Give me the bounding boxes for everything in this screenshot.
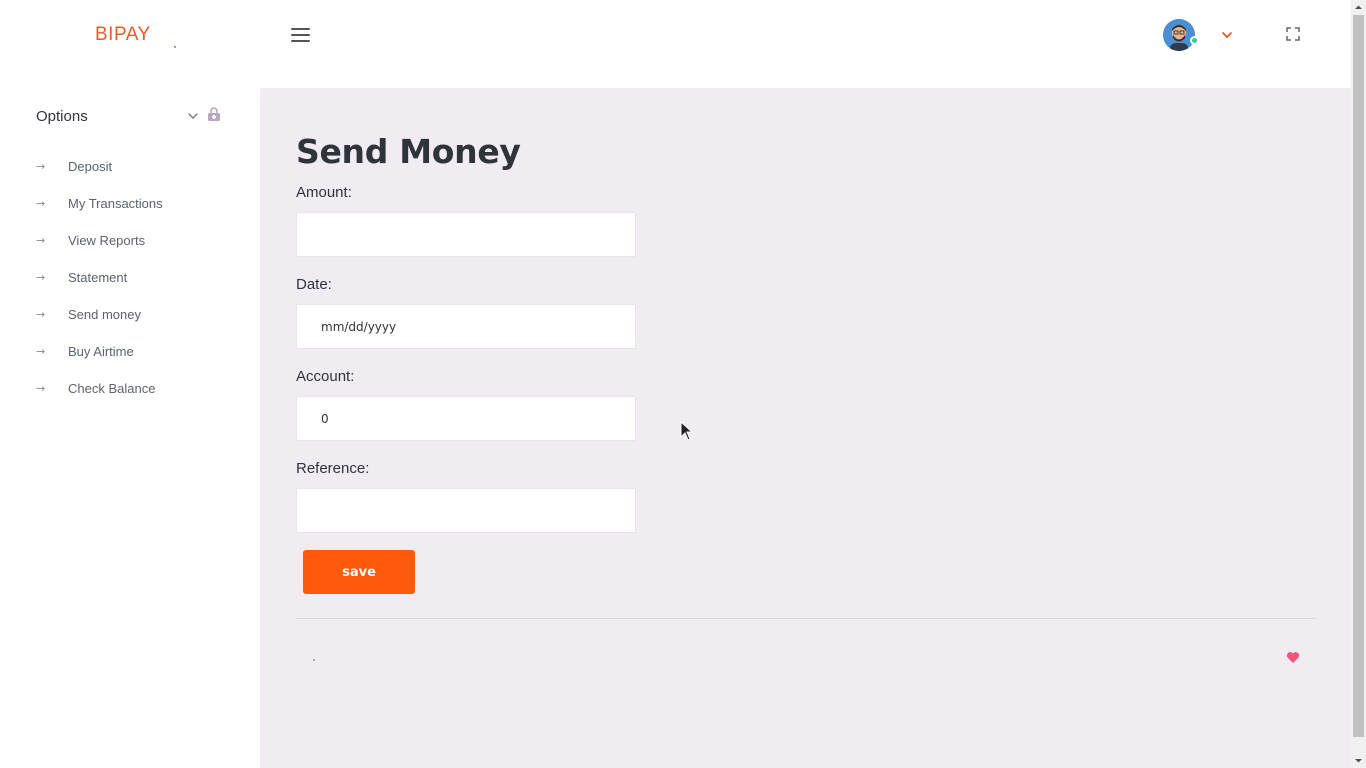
vertical-scrollbar[interactable] [1351, 0, 1366, 768]
reference-label: Reference: [296, 460, 370, 477]
date-input[interactable]: mm/dd/yyyy [296, 304, 636, 349]
account-label: Account: [296, 368, 355, 385]
sidebar: Options → Deposit → My Transactions → View … [0, 88, 260, 768]
footer-divider [296, 618, 1316, 619]
chevron-down-icon[interactable] [186, 108, 200, 122]
scroll-down-arrow-icon[interactable] [1351, 753, 1366, 768]
footer-dot [313, 659, 315, 661]
account-input[interactable]: 0 [296, 396, 636, 441]
date-label: Date: [296, 276, 332, 293]
logo-dot [174, 46, 176, 48]
sidebar-item-send-money[interactable]: → Send money [36, 296, 163, 333]
avatar[interactable] [1163, 19, 1195, 51]
sidebar-item-label: Deposit [68, 159, 113, 174]
lock-icon[interactable] [206, 106, 222, 122]
sidebar-item-check-balance[interactable]: → Check Balance [36, 370, 163, 407]
top-header: BIPAY [0, 0, 1351, 88]
save-button[interactable]: save [303, 550, 415, 594]
arrow-right-icon: → [36, 345, 46, 358]
logo[interactable]: BIPAY [95, 24, 151, 46]
arrow-right-icon: → [36, 382, 46, 395]
main-content: Send Money Amount: Date: mm/dd/yyyy Acco… [260, 88, 1351, 768]
sidebar-menu: → Deposit → My Transactions → View Reports … [36, 148, 163, 407]
sidebar-item-label: View Reports [68, 233, 146, 248]
sidebar-item-buy-airtime[interactable]: → Buy Airtime [36, 333, 163, 370]
scroll-up-arrow-icon[interactable] [1351, 0, 1366, 15]
hamburger-icon[interactable] [291, 28, 311, 42]
sidebar-item-label: Check Balance [68, 381, 156, 396]
arrow-right-icon: → [36, 271, 46, 284]
reference-input[interactable] [296, 488, 636, 533]
avatar-icon [1163, 19, 1195, 51]
page-title: Send Money [296, 132, 521, 171]
sidebar-item-label: Buy Airtime [68, 344, 134, 359]
arrow-right-icon: → [36, 197, 46, 210]
amount-label: Amount: [296, 184, 352, 201]
sidebar-item-statement[interactable]: → Statement [36, 259, 163, 296]
scrollbar-thumb[interactable] [1353, 15, 1364, 737]
sidebar-item-view-reports[interactable]: → View Reports [36, 222, 163, 259]
arrow-right-icon: → [36, 308, 46, 321]
sidebar-section-header[interactable]: Options [36, 106, 236, 128]
sidebar-item-label: Send money [68, 307, 141, 322]
fullscreen-icon[interactable] [1285, 26, 1301, 42]
chevron-down-icon[interactable] [1219, 27, 1235, 43]
sidebar-section-title: Options [36, 108, 88, 125]
amount-input[interactable] [296, 212, 636, 257]
sidebar-item-my-transactions[interactable]: → My Transactions [36, 185, 163, 222]
sidebar-item-label: My Transactions [68, 196, 163, 211]
sidebar-item-deposit[interactable]: → Deposit [36, 148, 163, 185]
online-status-icon [1190, 36, 1199, 45]
arrow-right-icon: → [36, 234, 46, 247]
sidebar-item-label: Statement [68, 270, 128, 285]
arrow-right-icon: → [36, 160, 46, 173]
heart-icon [1286, 649, 1300, 663]
